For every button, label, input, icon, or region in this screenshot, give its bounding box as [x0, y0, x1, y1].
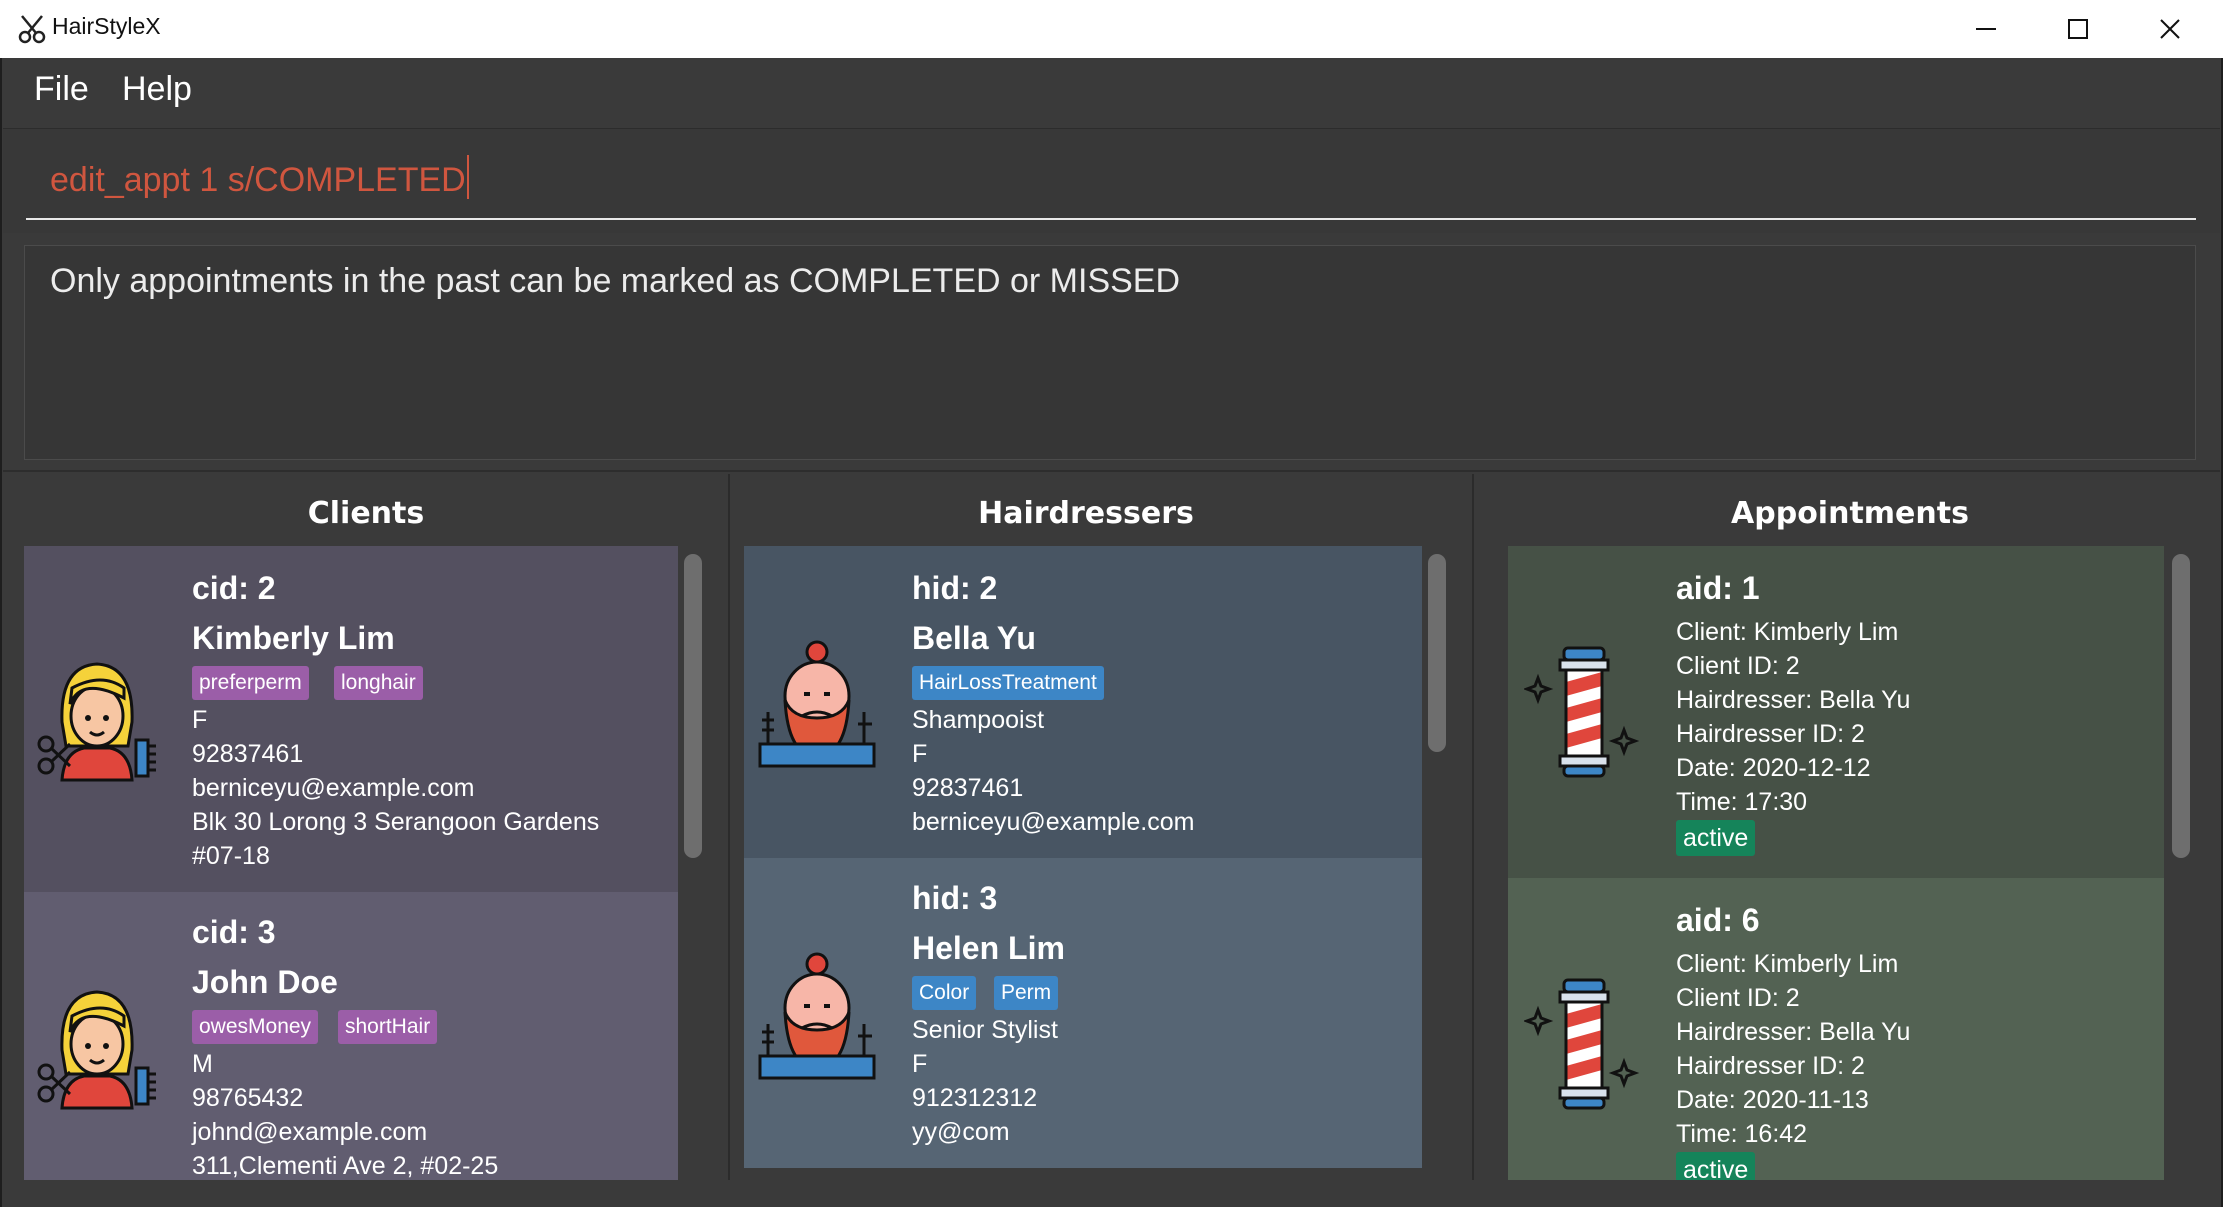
menu-file[interactable]: File — [34, 70, 89, 109]
appointment-time: Time: 17:30 — [1676, 788, 1808, 816]
menu-help[interactable]: Help — [122, 70, 192, 109]
appointment-hairdresser-id: Hairdresser ID: 2 — [1676, 1052, 1865, 1080]
appointment-date: Date: 2020-12-12 — [1676, 754, 1871, 782]
appointment-card[interactable]: aid: 6 Client: Kimberly Lim Client ID: 2… — [1508, 878, 2164, 1180]
status-badge: active — [1676, 820, 1756, 856]
hairdresser-name: Bella Yu — [912, 620, 1036, 656]
appointment-hairdresser: Hairdresser: Bella Yu — [1676, 1018, 1911, 1046]
appointment-client-id: Client ID: 2 — [1676, 652, 1800, 680]
hairdressers-header: Hairdressers — [978, 496, 1194, 531]
client-phone: 98765432 — [192, 1084, 304, 1112]
client-tag: owesMoney — [192, 1010, 319, 1044]
appointment-id: aid: 6 — [1676, 902, 1760, 938]
hairdresser-title: Shampooist — [912, 706, 1045, 734]
client-gender: F — [192, 706, 208, 734]
client-email: berniceyu@example.com — [192, 774, 475, 802]
hairdresser-id: hid: 2 — [912, 570, 998, 606]
hairdresser-tag: HairLossTreatment — [912, 666, 1104, 700]
window-border — [0, 58, 2, 1207]
hairdresser-card[interactable]: hid: 3 Helen Lim Color Perm Senior Styli… — [744, 858, 1422, 1168]
scissors-icon — [18, 15, 46, 44]
client-tag: shortHair — [338, 1010, 438, 1044]
client-name: Kimberly Lim — [192, 620, 395, 656]
column-divider — [728, 474, 730, 1207]
hairdresser-email: berniceyu@example.com — [912, 808, 1195, 836]
hairdresser-id: hid: 3 — [912, 880, 998, 916]
close-icon — [2160, 19, 2180, 39]
appointment-hairdresser: Hairdresser: Bella Yu — [1676, 686, 1911, 714]
appointment-client: Client: Kimberly Lim — [1676, 950, 1899, 978]
hairdresser-tag: Color — [912, 976, 977, 1010]
appointments-header: Appointments — [1731, 496, 1969, 531]
hairdresser-list[interactable]: hid: 2 Bella Yu HairLossTreatment Shampo… — [744, 546, 1422, 1180]
client-card[interactable]: cid: 2 Kimberly Lim preferperm longhair … — [24, 546, 678, 892]
appointment-id: aid: 1 — [1676, 570, 1760, 606]
appointment-hairdresser-id: Hairdresser ID: 2 — [1676, 720, 1865, 748]
client-tag: longhair — [334, 666, 423, 700]
minimize-icon — [1976, 28, 1996, 30]
hairdresser-woman-icon — [37, 990, 156, 1110]
appointment-card[interactable]: aid: 1 Client: Kimberly Lim Client ID: 2… — [1508, 546, 2164, 878]
menu-bar — [0, 58, 2223, 128]
client-id: cid: 2 — [192, 570, 276, 606]
client-list[interactable]: cid: 2 Kimberly Lim preferperm longhair … — [24, 546, 678, 1180]
hairdresser-phone: 92837461 — [912, 774, 1024, 802]
client-gender: M — [192, 1050, 213, 1078]
client-id: cid: 3 — [192, 914, 276, 950]
hairdresser-list-scrollbar[interactable] — [1428, 554, 1446, 752]
column-divider — [1472, 474, 1474, 1207]
title-bar: HairStyleX — [0, 0, 2223, 58]
window-title: HairStyleX — [52, 13, 161, 39]
client-email: johnd@example.com — [192, 1118, 428, 1146]
appointment-client-id: Client ID: 2 — [1676, 984, 1800, 1012]
client-list-scrollbar[interactable] — [684, 554, 702, 858]
client-address: 311,Clementi Ave 2, #02-25 — [192, 1152, 499, 1180]
barber-pole-icon — [1524, 978, 1640, 1110]
client-tag: preferperm — [192, 666, 309, 700]
hairdresser-title: Senior Stylist — [912, 1016, 1058, 1044]
appointment-date: Date: 2020-11-13 — [1676, 1086, 1869, 1114]
maximize-icon — [2068, 19, 2088, 39]
text-caret — [466, 155, 469, 199]
close-button[interactable] — [2124, 0, 2216, 58]
maximize-button[interactable] — [2032, 0, 2124, 58]
hairdresser-woman-icon — [37, 662, 156, 782]
hairdresser-tag: Perm — [994, 976, 1059, 1010]
result-message: Only appointments in the past can be mar… — [50, 262, 1181, 300]
barber-pole-icon — [1524, 646, 1640, 778]
bearded-barber-icon — [758, 952, 876, 1080]
appointment-client: Client: Kimberly Lim — [1676, 618, 1899, 646]
client-phone: 92837461 — [192, 740, 304, 768]
client-address-unit: #07-18 — [192, 842, 270, 870]
hairdresser-email: yy@com — [912, 1118, 1010, 1146]
client-name: John Doe — [192, 964, 338, 1000]
command-input-text: edit_appt 1 s/COMPLETED — [50, 155, 469, 200]
client-address: Blk 30 Lorong 3 Serangoon Gardens — [192, 808, 600, 836]
status-badge: active — [1676, 1152, 1756, 1180]
bottom-border — [3, 1180, 2220, 1207]
hairdresser-gender: F — [912, 1050, 928, 1078]
client-card[interactable]: cid: 3 John Doe owesMoney shortHair M 98… — [24, 892, 678, 1180]
hairdresser-card[interactable]: hid: 2 Bella Yu HairLossTreatment Shampo… — [744, 546, 1422, 858]
minimize-button[interactable] — [1940, 0, 2032, 58]
hairdresser-phone: 912312312 — [912, 1084, 1038, 1112]
clients-header: Clients — [307, 496, 425, 531]
bearded-barber-icon — [758, 640, 876, 768]
appointment-list-scrollbar[interactable] — [2172, 554, 2190, 858]
divider — [3, 470, 2220, 472]
hairdresser-name: Helen Lim — [912, 930, 1065, 966]
appointment-list[interactable]: aid: 1 Client: Kimberly Lim Client ID: 2… — [1508, 546, 2164, 1180]
appointment-time: Time: 16:42 — [1676, 1120, 1808, 1148]
hairdresser-gender: F — [912, 740, 928, 768]
